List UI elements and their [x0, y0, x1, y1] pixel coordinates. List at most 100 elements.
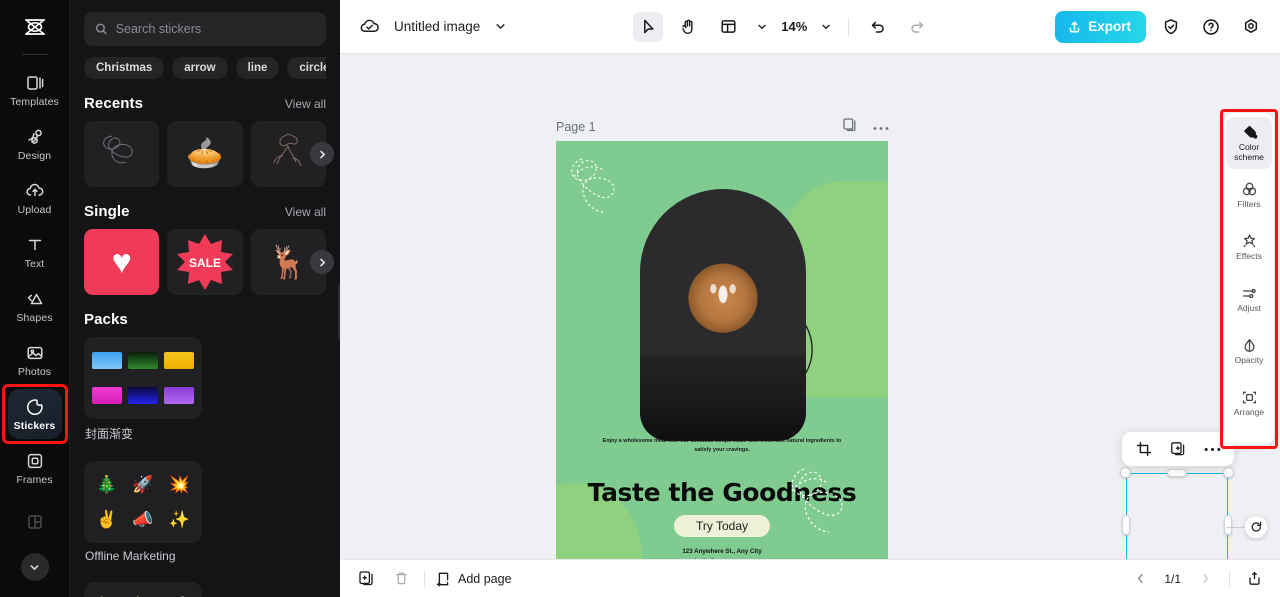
tool-color-scheme[interactable]: Color scheme — [1226, 117, 1272, 169]
sticker-tile-heart[interactable]: ♥ — [84, 229, 160, 295]
sidebar-item-text[interactable]: Text — [8, 227, 62, 277]
right-tool-rail: Color scheme Filters Effects Adjust Opac… — [1224, 113, 1274, 445]
export-upload-icon — [1069, 21, 1080, 33]
settings-gear-icon[interactable] — [1236, 12, 1266, 42]
sidebar-item-label: Upload — [17, 203, 52, 216]
coffee-cup-photo[interactable] — [640, 189, 806, 365]
coffee-cup-base — [640, 355, 806, 441]
tool-opacity[interactable]: Opacity — [1226, 325, 1272, 377]
sidebar-item-frames[interactable]: Frames — [8, 443, 62, 493]
svg-text:SALE: SALE — [189, 256, 221, 270]
resize-handle-top-right[interactable] — [1223, 467, 1234, 478]
export-button[interactable]: Export — [1055, 10, 1146, 43]
capcut-logo[interactable] — [15, 8, 55, 48]
pack-card[interactable]: 🎄 🚀 💥 ✌️ 📣 ✨ Offline Marketing — [84, 461, 202, 572]
canvas-stage[interactable]: Page 1 Enjoy a wholesome meal with our d… — [340, 54, 1280, 559]
left-rail: Templates Design Upload Text Shapes Phot… — [0, 0, 70, 597]
chevron-right-icon[interactable] — [310, 142, 334, 166]
sidebar-item-label: Frames — [16, 473, 53, 486]
packs-grid: 封面渐变 🎄 🚀 💥 ✌️ 📣 ✨ Offline Marketing 🍾 🍾 — [84, 337, 326, 597]
design-canvas[interactable]: Enjoy a wholesome meal with our deliciou… — [556, 141, 888, 559]
search-input-wrapper[interactable] — [84, 12, 326, 46]
sidebar-item-label: Photos — [17, 365, 52, 378]
pack-emoji: 🚀 — [132, 475, 154, 495]
sidebar-item-design[interactable]: Design — [8, 119, 62, 169]
tool-label: Filters — [1237, 198, 1261, 209]
undo-button[interactable] — [862, 12, 892, 42]
page-actions — [842, 117, 889, 137]
canvas-cta-button[interactable]: Try Today — [673, 515, 771, 537]
rotate-handle-icon[interactable] — [1226, 515, 1268, 539]
pack-card[interactable]: 🍾 🍾 🥂 🍾 🍶 🍯 Happy new year I — [84, 582, 202, 597]
resize-handle-top-left[interactable] — [1120, 467, 1131, 478]
next-page-button[interactable] — [1193, 567, 1217, 591]
view-all-recents[interactable]: View all — [285, 97, 326, 111]
chip-arrow[interactable]: arrow — [172, 57, 228, 79]
pack-card[interactable]: 封面渐变 — [84, 337, 202, 451]
chip-circle[interactable]: circle — [287, 57, 326, 79]
chip-line[interactable]: line — [235, 57, 280, 79]
resize-handle-top[interactable] — [1167, 469, 1187, 477]
prev-page-button[interactable] — [1128, 567, 1152, 591]
sidebar-item-shapes[interactable]: Shapes — [8, 281, 62, 331]
swatch — [164, 352, 195, 370]
chevron-right-icon[interactable] — [310, 250, 334, 274]
canvas-body-text[interactable]: Enjoy a wholesome meal with our deliciou… — [556, 437, 888, 455]
page-navigation: 1/1 — [1128, 567, 1266, 591]
search-suggestion-chips: Christmas arrow line circle — [84, 57, 326, 79]
section-header-single: Single View all — [84, 203, 326, 220]
duplicate-page-icon[interactable] — [842, 117, 857, 137]
pack-emoji: 🎄 — [96, 475, 118, 495]
select-tool[interactable] — [633, 11, 664, 42]
tool-filters[interactable]: Filters — [1226, 169, 1272, 221]
zoom-caret-icon[interactable] — [817, 12, 835, 42]
duplicate-icon[interactable] — [1164, 436, 1192, 462]
chevron-down-icon[interactable] — [20, 553, 49, 581]
panel-collapse-handle[interactable] — [338, 285, 340, 339]
chip-christmas[interactable]: Christmas — [84, 57, 165, 79]
layout-panel-icon[interactable] — [713, 12, 743, 42]
decorative-scribble-topleft — [571, 158, 615, 213]
tool-effects[interactable]: Effects — [1226, 221, 1272, 273]
add-page-button[interactable]: Add page — [436, 571, 512, 587]
sidebar-item-more[interactable] — [8, 497, 62, 547]
duplicate-page-button[interactable] — [354, 567, 378, 591]
resize-handle-left[interactable] — [1122, 515, 1130, 535]
shield-check-icon[interactable] — [1156, 12, 1186, 42]
crop-icon[interactable] — [1130, 436, 1158, 462]
sidebar-item-label: Stickers — [13, 419, 56, 432]
export-tray-icon[interactable] — [1242, 567, 1266, 591]
redo-button[interactable] — [902, 12, 932, 42]
tool-label: Color scheme — [1234, 141, 1264, 162]
page-more-icon[interactable] — [873, 118, 889, 136]
element-selection-box[interactable] — [1120, 467, 1268, 559]
swatch — [127, 386, 158, 404]
trash-icon[interactable] — [389, 567, 413, 591]
hand-tool[interactable] — [673, 12, 703, 42]
view-all-single[interactable]: View all — [285, 205, 326, 219]
help-circle-icon[interactable] — [1196, 12, 1226, 42]
sidebar-item-upload[interactable]: Upload — [8, 173, 62, 223]
search-input[interactable] — [115, 22, 315, 36]
swatch — [164, 386, 195, 404]
sidebar-item-photos[interactable]: Photos — [8, 335, 62, 385]
document-title[interactable]: Untitled image — [394, 19, 480, 34]
sidebar-item-stickers[interactable]: Stickers — [1, 384, 68, 444]
section-header-recents: Recents View all — [84, 95, 326, 112]
sticker-tile-sale[interactable]: SALE — [167, 229, 243, 295]
layout-caret-icon[interactable] — [753, 12, 771, 42]
tool-label: Adjust — [1237, 302, 1261, 313]
resize-handle-right[interactable] — [1224, 515, 1232, 535]
chevron-down-icon[interactable] — [490, 12, 510, 42]
tool-label: Arrange — [1233, 406, 1265, 417]
cloud-saved-icon[interactable] — [354, 12, 384, 42]
sticker-tile-pie[interactable]: 🥧 — [167, 121, 243, 187]
tool-adjust[interactable]: Adjust — [1226, 273, 1272, 325]
address-line-1: 123 Anywhere St., Any City — [682, 548, 762, 555]
sidebar-item-templates[interactable]: Templates — [8, 65, 62, 115]
tool-arrange[interactable]: Arrange — [1226, 377, 1272, 429]
sticker-tile-scribble[interactable] — [84, 121, 160, 187]
selected-scribble-sticker[interactable] — [778, 455, 878, 559]
zoom-level[interactable]: 14% — [781, 19, 807, 34]
add-page-label: Add page — [458, 571, 512, 586]
